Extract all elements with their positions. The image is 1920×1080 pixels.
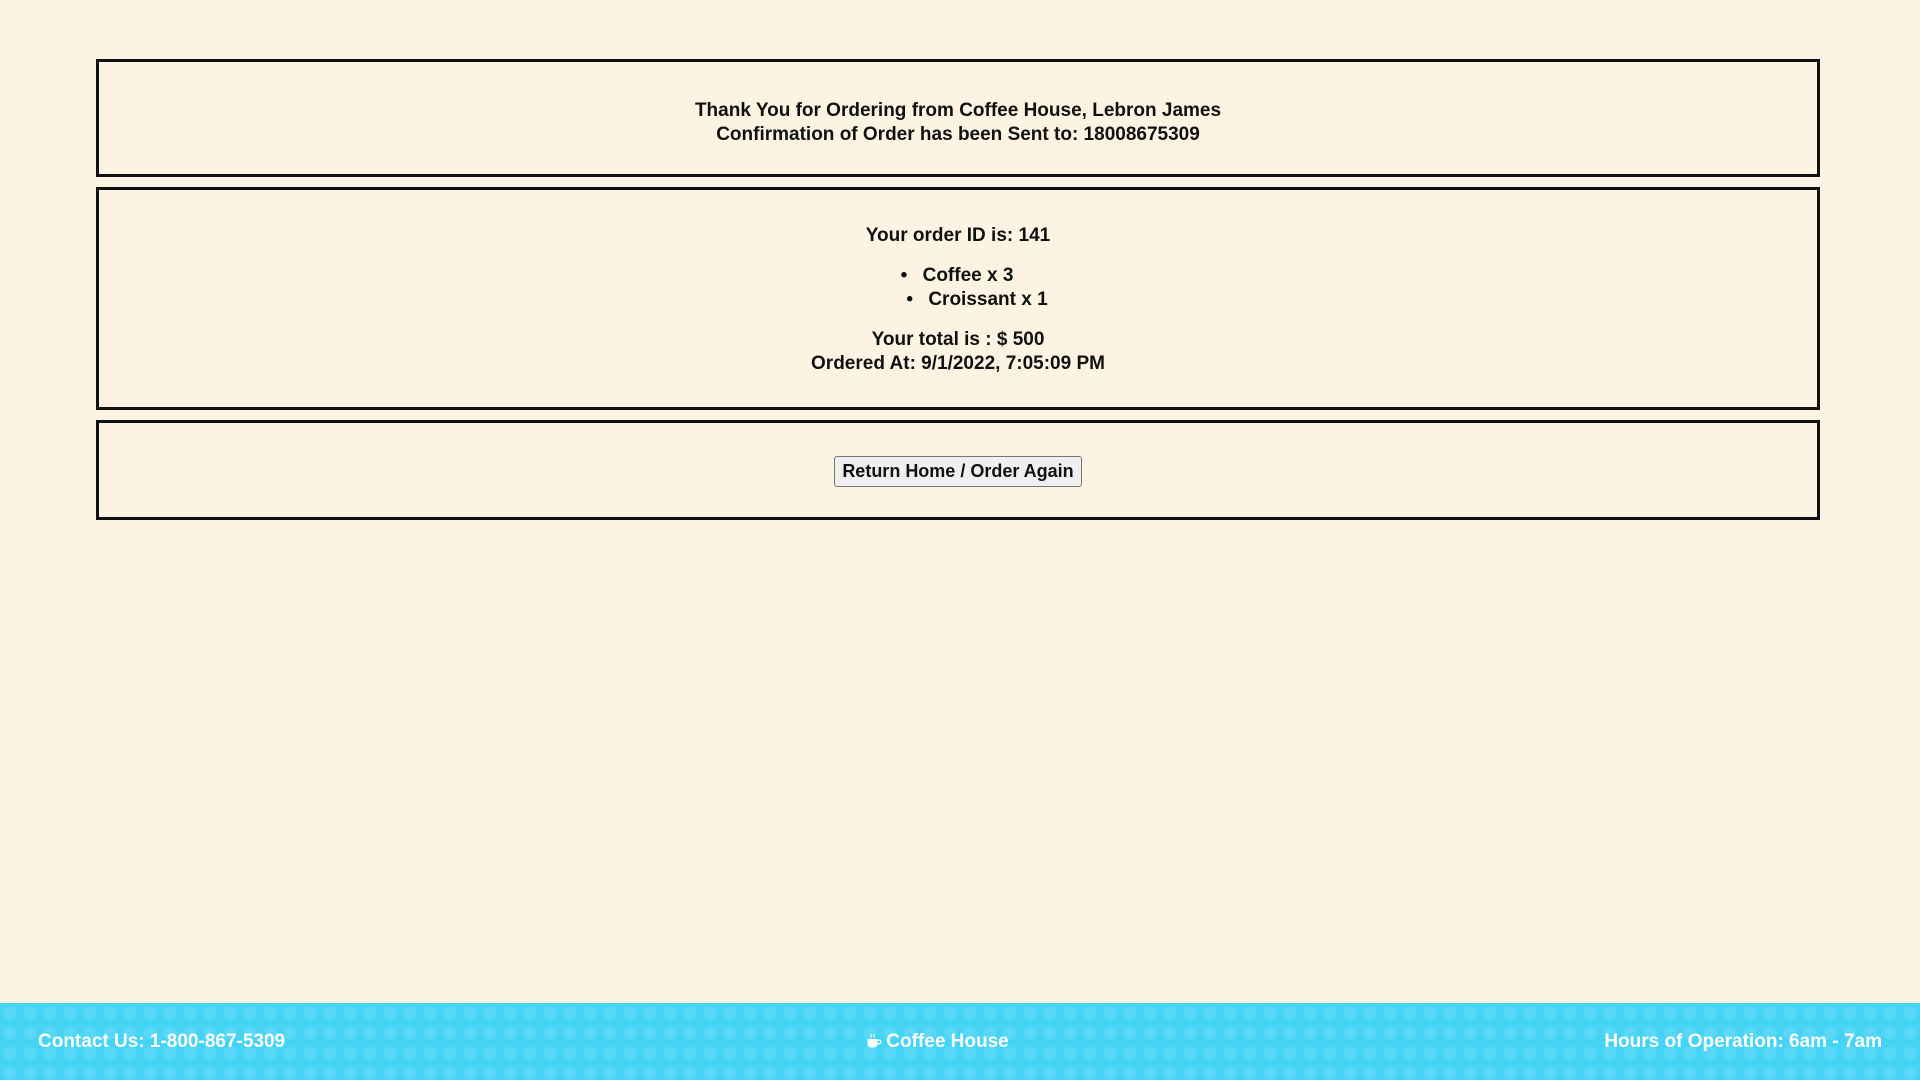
order-item-label: Croissant x 1 bbox=[928, 289, 1048, 310]
thank-you-message: Thank You for Ordering from Coffee House… bbox=[694, 100, 1222, 121]
bullet-icon: • bbox=[906, 289, 913, 310]
order-items-list: • Coffee x 3 • Croissant x 1 bbox=[99, 264, 1817, 312]
order-details-panel: Your order ID is: 141 • Coffee x 3 • Crois… bbox=[96, 187, 1820, 410]
footer-brand: Coffee House bbox=[866, 1031, 1009, 1053]
footer-hours: Hours of Operation: 6am - 7am bbox=[1604, 1031, 1882, 1052]
list-item: • Croissant x 1 bbox=[137, 288, 1817, 312]
footer: Contact Us: 1-800-867-5309 Coffee House … bbox=[0, 1003, 1920, 1080]
list-item: • Coffee x 3 bbox=[97, 264, 1817, 288]
bullet-icon: • bbox=[900, 265, 908, 286]
return-home-button[interactable]: Return Home / Order Again bbox=[834, 456, 1082, 487]
order-id: Your order ID is: 141 bbox=[865, 225, 1051, 246]
actions-panel: Return Home / Order Again bbox=[96, 420, 1820, 520]
order-item-label: Coffee x 3 bbox=[922, 265, 1014, 286]
footer-brand-name: Coffee House bbox=[886, 1031, 1009, 1052]
order-total: Your total is : $ 500 bbox=[871, 329, 1045, 350]
confirmation-panel: Thank You for Ordering from Coffee House… bbox=[96, 59, 1820, 177]
footer-contact: Contact Us: 1-800-867-5309 bbox=[38, 1031, 286, 1052]
coffee-cup-icon bbox=[866, 1033, 882, 1049]
confirmation-sent-message: Confirmation of Order has been Sent to: … bbox=[716, 124, 1200, 145]
order-timestamp: Ordered At: 9/1/2022, 7:05:09 PM bbox=[811, 353, 1105, 374]
